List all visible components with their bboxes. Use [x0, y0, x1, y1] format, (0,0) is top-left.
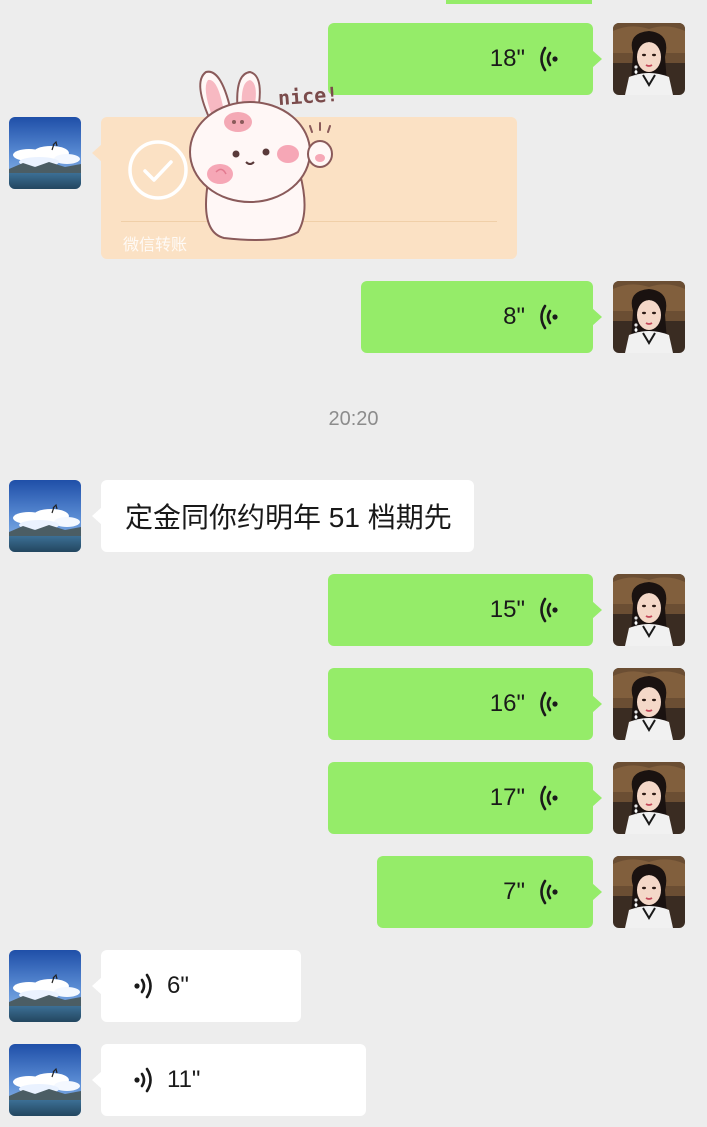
chat-timestamp: 20:20: [328, 408, 379, 430]
voice-wave-icon: [537, 690, 559, 718]
contact-avatar[interactable]: [9, 480, 81, 552]
my-avatar[interactable]: [613, 281, 685, 353]
voice-duration: 16": [489, 690, 525, 717]
my-avatar[interactable]: [613, 668, 685, 740]
my-avatar[interactable]: [613, 762, 685, 834]
outgoing-voice-message[interactable]: 7": [377, 856, 602, 928]
incoming-voice-message[interactable]: 11": [92, 1044, 366, 1116]
voice-duration: 18": [489, 45, 525, 72]
voice-duration: 15": [489, 596, 525, 623]
sticker-text: nice!: [277, 81, 339, 111]
outgoing-voice-message[interactable]: 15": [328, 574, 602, 646]
incoming-text-message[interactable]: 定金同你约明年 51 档期先: [92, 480, 474, 552]
voice-duration: 7": [503, 878, 525, 905]
voice-wave-icon: [537, 45, 559, 73]
my-avatar[interactable]: [613, 574, 685, 646]
incoming-voice-message[interactable]: 6": [92, 950, 301, 1022]
contact-avatar[interactable]: [9, 1044, 81, 1116]
my-avatar[interactable]: [613, 23, 685, 95]
voice-wave-icon: [537, 784, 559, 812]
voice-wave-icon: [537, 878, 559, 906]
previous-message-edge: [446, 0, 592, 4]
voice-duration: 8": [503, 303, 525, 330]
voice-wave-icon: [537, 303, 559, 331]
voice-duration: 11": [167, 1066, 201, 1093]
voice-duration: 6": [167, 972, 189, 999]
outgoing-voice-message[interactable]: 8": [361, 281, 602, 353]
voice-duration: 17": [489, 784, 525, 811]
outgoing-voice-message[interactable]: 18": [328, 23, 602, 95]
contact-avatar[interactable]: [9, 950, 81, 1022]
voice-wave-icon: [133, 972, 155, 1000]
message-text: 定金同你约明年 51 档期先: [125, 502, 452, 533]
my-avatar[interactable]: [613, 856, 685, 928]
voice-wave-icon: [133, 1066, 155, 1094]
outgoing-voice-message[interactable]: 17": [328, 762, 602, 834]
contact-avatar[interactable]: [9, 117, 81, 189]
voice-wave-icon: [537, 596, 559, 624]
outgoing-voice-message[interactable]: 16": [328, 668, 602, 740]
